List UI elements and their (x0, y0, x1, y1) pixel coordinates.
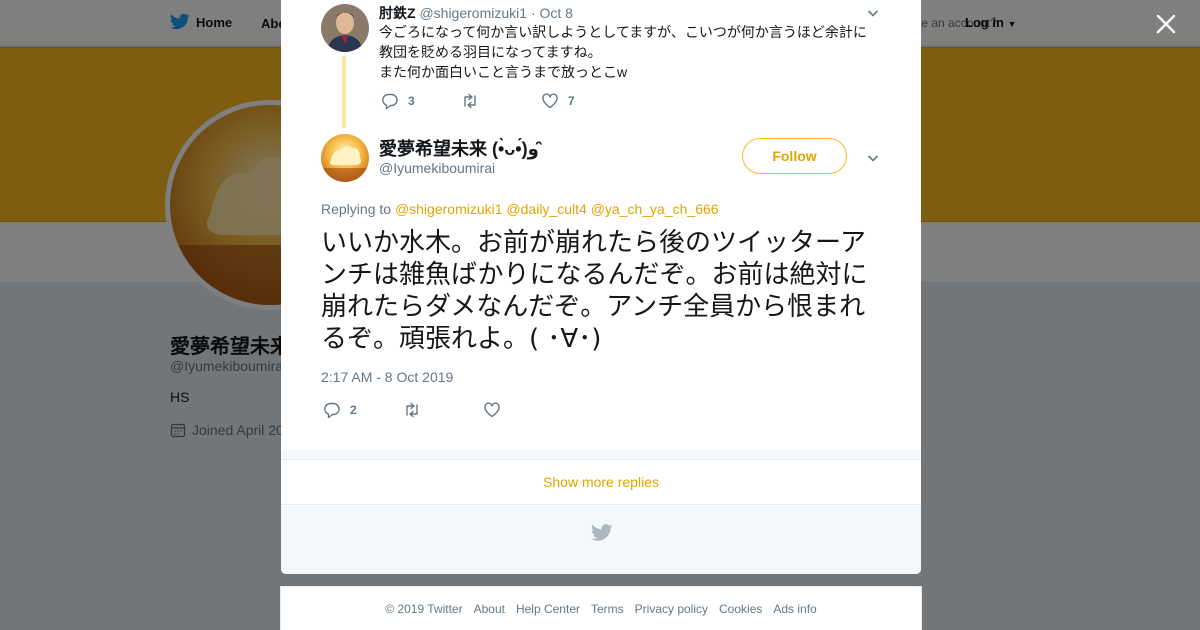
reply-count: 3 (408, 94, 415, 108)
tweet-author-name[interactable]: 肘鉄Z (379, 5, 416, 21)
footer-link-about[interactable]: About (474, 602, 505, 616)
tweet-actions: 2 (323, 401, 563, 419)
tweet-text-line: 今ごろになって何か言い訳しようとしてますが、こいつが何か言うほど余計に (379, 24, 867, 40)
person-photo (321, 4, 369, 52)
modal-footer (281, 506, 921, 574)
tweet-header: 肘鉄Z @shigeromizuki1 · Oct 8 (379, 3, 573, 23)
copyright: © 2019 Twitter (385, 601, 463, 616)
mention-link[interactable]: @daily_cult4 (506, 201, 586, 217)
reply-button[interactable]: 3 (381, 92, 461, 110)
mention-link[interactable]: @ya_ch_ya_ch_666 (591, 201, 719, 217)
heart-icon (484, 402, 500, 418)
tweet-author-handle[interactable]: @shigeromizuki1 (419, 5, 527, 21)
footer-link-ads-info[interactable]: Ads info (773, 602, 816, 616)
reply-count: 2 (350, 403, 357, 417)
retweet-icon (464, 93, 476, 109)
chevron-down-icon[interactable] (867, 151, 879, 163)
twitter-bird-icon (591, 524, 613, 546)
sunset-cloud-image (321, 134, 369, 182)
replies-divider (281, 450, 921, 460)
reply-button[interactable]: 2 (323, 401, 403, 419)
like-count: 7 (568, 94, 575, 108)
tweet-timestamp[interactable]: 2:17 AM - 8 Oct 2019 (321, 369, 453, 385)
site-footer: © 2019 Twitter About Help Center Terms P… (280, 586, 922, 630)
footer-link-privacy[interactable]: Privacy policy (635, 602, 708, 616)
replying-to: Replying to @shigeromizuki1 @daily_cult4… (321, 201, 719, 217)
show-more-replies-button[interactable]: Show more replies (281, 460, 921, 505)
tweet-actions: 3 7 (381, 92, 621, 110)
like-button[interactable]: 7 (541, 92, 621, 110)
avatar[interactable] (321, 134, 369, 182)
retweet-button[interactable] (461, 92, 541, 110)
thread-connector-line (342, 56, 346, 128)
tweet-text: 今ごろになって何か言い訳しようとしてますが、こいつが何か言うほど余計に 教団を貶… (379, 22, 879, 82)
avatar[interactable] (321, 4, 369, 52)
footer-link-terms[interactable]: Terms (591, 602, 624, 616)
chevron-down-icon[interactable] (867, 6, 879, 18)
tweet-date[interactable]: Oct 8 (540, 5, 573, 21)
tweet-text-line: 教団を貶める羽目になってますね。 (379, 44, 602, 60)
tweet-author-name[interactable]: 愛夢希望未来 (•̀ᴗ•́)و ̑̑ (379, 135, 544, 161)
heart-icon (542, 93, 558, 109)
follow-button[interactable]: Follow (742, 138, 847, 174)
retweet-button[interactable] (403, 401, 483, 419)
mention-link[interactable]: @shigeromizuki1 (395, 201, 503, 217)
tweet-permalink-modal: 肘鉄Z @shigeromizuki1 · Oct 8 今ごろになって何か言い訳… (281, 0, 921, 574)
footer-link-help-center[interactable]: Help Center (516, 602, 580, 616)
reply-icon (324, 402, 340, 419)
tweet-text: いいか水木。お前が崩れたら後のツイッターアンチは雑魚ばかりになるんだぞ。お前は絶… (321, 228, 868, 354)
footer-link-cookies[interactable]: Cookies (719, 602, 762, 616)
reply-icon (382, 93, 398, 110)
close-icon[interactable] (1152, 10, 1180, 38)
parent-tweet[interactable]: 肘鉄Z @shigeromizuki1 · Oct 8 今ごろになって何か言い訳… (281, 0, 921, 128)
tweet-text-line: また何か面白いこと言うまで放っとこw (379, 64, 628, 80)
retweet-icon (406, 402, 418, 418)
replying-prefix: Replying to (321, 201, 392, 217)
like-button[interactable] (483, 401, 563, 419)
tweet-author-handle[interactable]: @Iyumekiboumirai (379, 160, 495, 176)
header-separator: · (530, 5, 536, 21)
